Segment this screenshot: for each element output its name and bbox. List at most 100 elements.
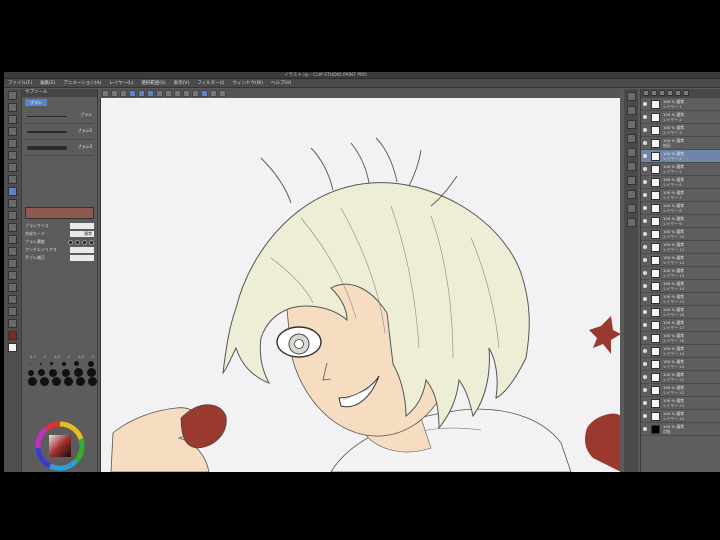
fill-icon[interactable]: [156, 90, 163, 97]
new-layer-icon[interactable]: [643, 90, 649, 96]
menu-filter[interactable]: フィルター(I): [197, 80, 224, 86]
figure-tool-icon[interactable]: [8, 259, 17, 268]
frame-tool-icon[interactable]: [8, 271, 17, 280]
auto-action-icon[interactable]: [626, 218, 636, 227]
size-dot[interactable]: [73, 368, 83, 377]
layer-row[interactable]: 100 % 通常 レイヤー 9: [641, 215, 720, 228]
menu-animation[interactable]: アニメーション(A): [63, 80, 101, 86]
material-icon[interactable]: [626, 120, 636, 129]
eye-icon[interactable]: [643, 245, 647, 249]
deselect-icon[interactable]: [174, 90, 181, 97]
eye-icon[interactable]: [643, 284, 647, 288]
layer-row[interactable]: 100 % 通常 レイヤー 3: [641, 124, 720, 137]
lasso-tool-icon[interactable]: [8, 139, 17, 148]
fill-tool-icon[interactable]: [8, 235, 17, 244]
airbrush-tool-icon[interactable]: [8, 199, 17, 208]
layer-row[interactable]: 100 % 通常 レイヤー 8: [641, 202, 720, 215]
transform-icon[interactable]: [165, 90, 172, 97]
sub-color-swatch-icon[interactable]: [8, 343, 17, 352]
layer-row[interactable]: 100 % 通常 レイヤー 24: [641, 410, 720, 423]
layer-row[interactable]: 100 % 通常 レイヤー 21: [641, 371, 720, 384]
eye-icon[interactable]: [643, 141, 647, 145]
eye-icon[interactable]: [643, 336, 647, 340]
mask-icon[interactable]: [667, 90, 673, 96]
size-dot[interactable]: [87, 377, 97, 386]
correct-line-tool-icon[interactable]: [8, 319, 17, 328]
menu-view[interactable]: 表示(V): [174, 80, 190, 86]
layer-row[interactable]: 100 % 通常 レイヤー 19: [641, 345, 720, 358]
prop-blend-mode[interactable]: 合成モード 通常: [25, 230, 94, 238]
clear-icon[interactable]: [147, 90, 154, 97]
menu-edit[interactable]: 編集(E): [40, 80, 55, 86]
eye-icon[interactable]: [643, 310, 647, 314]
brush-item[interactable]: ブラシ2: [25, 124, 94, 140]
menu-file[interactable]: ファイル(F): [8, 80, 32, 86]
settings-icon[interactable]: [219, 90, 226, 97]
size-dot[interactable]: [38, 369, 46, 376]
brush-item[interactable]: ブラシ: [25, 108, 94, 124]
layer-row[interactable]: 100 % 通常 レイヤー 1: [641, 98, 720, 111]
layer-row[interactable]: 100 % 通常 レイヤー 10: [641, 228, 720, 241]
eye-icon[interactable]: [643, 258, 647, 262]
prop-stabilization[interactable]: 手ブレ補正: [25, 254, 94, 262]
layer-row[interactable]: 100 % 通常 線画: [641, 137, 720, 150]
select-tool-icon[interactable]: [8, 127, 17, 136]
eye-icon[interactable]: [643, 180, 647, 184]
eye-icon[interactable]: [643, 414, 647, 418]
size-dot[interactable]: [39, 377, 49, 386]
undo-icon[interactable]: [129, 90, 136, 97]
eye-icon[interactable]: [643, 349, 647, 353]
layer-row[interactable]: 100 % 通常 レイヤー 7: [641, 189, 720, 202]
move-tool-icon[interactable]: [8, 115, 17, 124]
open-icon[interactable]: [111, 90, 118, 97]
ruler-tool-icon[interactable]: [8, 283, 17, 292]
save-icon[interactable]: [120, 90, 127, 97]
balloon-tool-icon[interactable]: [8, 307, 17, 316]
size-dot[interactable]: [63, 377, 73, 386]
eye-icon[interactable]: [643, 154, 647, 158]
layer-row[interactable]: 100 % 通常 用紙: [641, 423, 720, 436]
ruler-icon[interactable]: [201, 90, 208, 97]
grid-icon[interactable]: [210, 90, 217, 97]
eye-icon[interactable]: [643, 375, 647, 379]
size-dot[interactable]: [61, 368, 70, 377]
hand-tool-icon[interactable]: [8, 103, 17, 112]
prop-density[interactable]: ブラシ濃度: [25, 238, 94, 246]
eye-icon[interactable]: [643, 167, 647, 171]
layer-row[interactable]: 100 % 通常 レイヤー 23: [641, 397, 720, 410]
text-tool-icon[interactable]: [8, 295, 17, 304]
eye-icon[interactable]: [643, 362, 647, 366]
prop-antialias[interactable]: アンチエイリアス: [25, 246, 94, 254]
tool-property-icon[interactable]: [626, 176, 636, 185]
layer-row[interactable]: 100 % 通常 レイヤー 17: [641, 319, 720, 332]
eraser-tool-icon[interactable]: [8, 211, 17, 220]
size-dot[interactable]: [30, 363, 32, 364]
subtool-tab-brush[interactable]: ブラシ: [25, 99, 47, 106]
new-vector-layer-icon[interactable]: [651, 90, 657, 96]
eye-icon[interactable]: [643, 206, 647, 210]
eye-icon[interactable]: [643, 193, 647, 197]
delete-layer-icon[interactable]: [683, 90, 689, 96]
eye-icon[interactable]: [643, 297, 647, 301]
menu-window[interactable]: ウィンドウ(W): [233, 80, 263, 86]
size-dot[interactable]: [75, 377, 85, 386]
size-dot[interactable]: [74, 361, 80, 366]
size-dot[interactable]: [61, 361, 66, 366]
layer-row[interactable]: 100 % 通常 レイヤー 13: [641, 267, 720, 280]
layer-property-icon[interactable]: [626, 134, 636, 143]
new-folder-icon[interactable]: [659, 90, 665, 96]
pencil-tool-icon[interactable]: [8, 175, 17, 184]
brush-tool-icon[interactable]: [8, 187, 17, 196]
eye-icon[interactable]: [643, 102, 647, 106]
size-dot[interactable]: [28, 369, 35, 376]
size-dot[interactable]: [86, 368, 96, 377]
gradient-tool-icon[interactable]: [8, 247, 17, 256]
menu-help[interactable]: ヘルプ(H): [271, 80, 291, 86]
eye-icon[interactable]: [643, 388, 647, 392]
color-set-icon[interactable]: [626, 162, 636, 171]
size-dot[interactable]: [87, 360, 94, 367]
layer-row[interactable]: 100 % 通常 レイヤー 16: [641, 306, 720, 319]
merge-icon[interactable]: [675, 90, 681, 96]
layer-row[interactable]: 100 % 通常 レイヤー 22: [641, 384, 720, 397]
color-wheel[interactable]: [32, 420, 88, 472]
